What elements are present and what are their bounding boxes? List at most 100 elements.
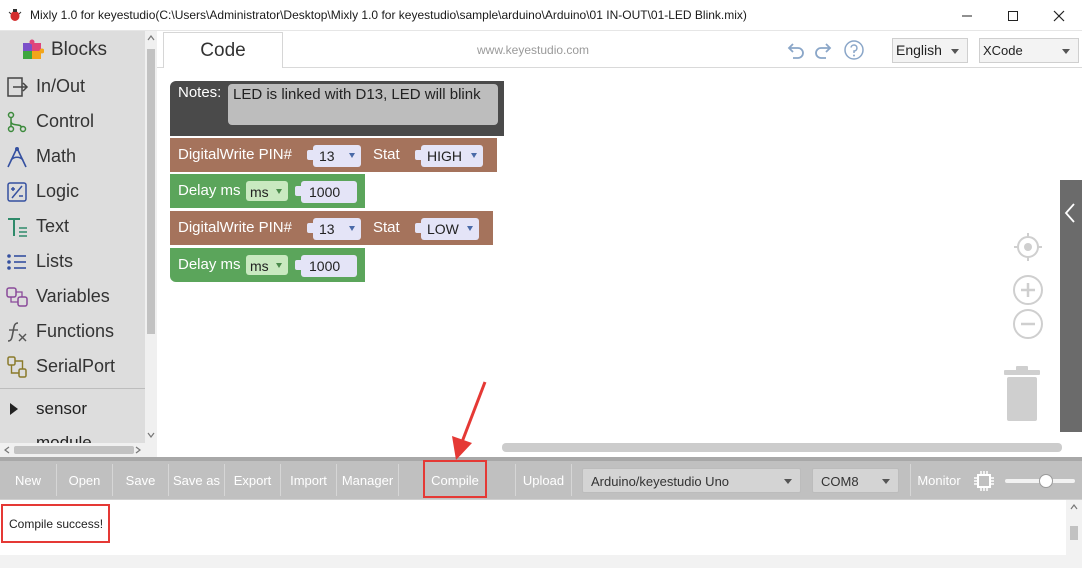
category-variables[interactable]: Variables — [0, 279, 145, 314]
zoom-slider[interactable] — [1005, 474, 1075, 488]
control-icon — [7, 111, 27, 133]
chevron-down-icon — [951, 49, 959, 54]
close-button[interactable] — [1036, 0, 1082, 31]
sidebar-vertical-scrollbar[interactable] — [145, 31, 157, 443]
delay-block[interactable]: Delay ms ms 1000 — [170, 174, 365, 208]
block-workspace[interactable]: Notes: LED is linked with D13, LED will … — [157, 68, 1082, 457]
stat-label: Stat — [373, 146, 400, 163]
category-lists[interactable]: Lists — [0, 244, 145, 279]
workspace-horizontal-scrollbar[interactable] — [502, 443, 1062, 452]
board-value: Arduino/keyestudio Uno — [591, 474, 730, 489]
site-url: www.keyestudio.com — [477, 43, 590, 57]
digitalwrite-low-block[interactable]: DigitalWrite PIN# 13 Stat LOW — [170, 211, 493, 245]
category-logic[interactable]: Logic — [0, 174, 145, 209]
notes-block[interactable]: Notes: LED is linked with D13, LED will … — [170, 81, 504, 136]
chevron-down-icon — [276, 189, 282, 194]
output-vertical-scrollbar[interactable] — [1066, 500, 1082, 555]
lists-icon — [7, 254, 26, 270]
chevron-down-icon — [882, 479, 890, 484]
category-divider — [0, 388, 145, 389]
expand-arrow-icon — [10, 403, 18, 415]
tree-item-sensor[interactable]: sensor — [0, 394, 145, 424]
sidebar-horizontal-scrollbar[interactable] — [0, 443, 157, 457]
scroll-thumb[interactable] — [147, 49, 155, 334]
category-text[interactable]: Text — [0, 209, 145, 244]
category-inout[interactable]: In/Out — [0, 69, 145, 104]
tab-code[interactable]: Code — [163, 32, 283, 68]
output-horizontal-scrollbar[interactable] — [0, 555, 1082, 568]
language-value: English — [896, 42, 942, 58]
zoom-out-icon[interactable] — [1012, 308, 1044, 340]
delay-block[interactable]: Delay ms ms 1000 — [170, 248, 365, 282]
scroll-down-icon — [147, 432, 155, 438]
stat-dropdown[interactable]: LOW — [421, 218, 479, 240]
chevron-down-icon — [276, 263, 282, 268]
open-button[interactable]: Open — [57, 464, 113, 496]
scroll-thumb[interactable] — [14, 446, 134, 454]
undo-icon[interactable] — [784, 39, 806, 61]
chevron-down-icon — [1062, 49, 1070, 54]
delay-label: Delay ms — [178, 182, 241, 199]
zoom-slider-handle[interactable] — [1038, 474, 1053, 488]
category-functions[interactable]: Functions — [0, 314, 145, 349]
monitor-button[interactable]: Monitor — [910, 464, 967, 496]
unit-dropdown[interactable]: ms — [246, 181, 288, 201]
scroll-thumb[interactable] — [1070, 526, 1078, 540]
save-button[interactable]: Save — [113, 464, 169, 496]
close-icon — [1053, 10, 1065, 21]
language-select[interactable]: English — [892, 38, 968, 63]
tree-item-module[interactable]: module — [0, 428, 145, 443]
delay-value-field[interactable]: 1000 — [301, 181, 357, 203]
new-button[interactable]: New — [0, 464, 57, 496]
trash-icon[interactable] — [1000, 364, 1044, 424]
upload-button[interactable]: Upload — [515, 464, 572, 496]
stat-dropdown[interactable]: HIGH — [421, 145, 483, 167]
recenter-icon[interactable] — [1013, 232, 1043, 262]
category-label: Variables — [36, 286, 110, 306]
manager-button[interactable]: Manager — [337, 464, 399, 496]
compile-button-highlight — [423, 460, 487, 498]
inout-icon — [7, 77, 29, 97]
text-icon — [8, 218, 27, 237]
unit-dropdown[interactable]: ms — [246, 255, 288, 275]
category-control[interactable]: Control — [0, 104, 145, 139]
delay-value: 1000 — [309, 184, 341, 200]
delay-value-field[interactable]: 1000 — [301, 255, 357, 277]
maximize-icon — [1008, 10, 1018, 21]
delay-label: Delay ms — [178, 256, 241, 273]
category-label: In/Out — [36, 76, 86, 96]
puzzle-blocks-icon — [23, 39, 44, 59]
blocks-header-label: Blocks — [51, 39, 107, 60]
board-select[interactable]: Arduino/keyestudio Uno — [582, 468, 801, 493]
pin-dropdown[interactable]: 13 — [313, 145, 361, 167]
digitalwrite-label: DigitalWrite PIN# — [178, 146, 292, 163]
category-math[interactable]: Math — [0, 139, 145, 174]
workspace-header: Code www.keyestudio.com English XCode — [157, 31, 1082, 68]
port-value: COM8 — [821, 474, 859, 489]
category-label: SerialPort — [36, 356, 116, 376]
pin-dropdown[interactable]: 13 — [313, 218, 361, 240]
stat-value: LOW — [427, 221, 459, 237]
import-button[interactable]: Import — [281, 464, 337, 496]
minimize-button[interactable] — [944, 0, 990, 31]
unit-value: ms — [250, 258, 269, 274]
functions-icon — [7, 322, 27, 342]
category-label: Text — [36, 216, 70, 236]
code-theme-select[interactable]: XCode — [979, 38, 1079, 63]
theme-value: XCode — [983, 43, 1023, 58]
workspace-vertical-scrollbar[interactable] — [1060, 180, 1082, 432]
digitalwrite-high-block[interactable]: DigitalWrite PIN# 13 Stat HIGH — [170, 138, 497, 172]
help-icon[interactable] — [843, 39, 865, 61]
notes-text-field[interactable]: LED is linked with D13, LED will blink — [228, 84, 498, 125]
redo-icon[interactable] — [813, 39, 835, 61]
notes-label: Notes: — [178, 84, 222, 101]
red-arrow-annotation — [452, 381, 487, 460]
chip-icon[interactable] — [973, 470, 995, 492]
chevron-down-icon — [349, 226, 355, 231]
export-button[interactable]: Export — [225, 464, 281, 496]
maximize-button[interactable] — [990, 0, 1036, 31]
save-as-button[interactable]: Save as — [169, 464, 225, 496]
port-select[interactable]: COM8 — [812, 468, 899, 493]
category-serialport[interactable]: SerialPort — [0, 349, 145, 384]
zoom-in-icon[interactable] — [1012, 274, 1044, 306]
